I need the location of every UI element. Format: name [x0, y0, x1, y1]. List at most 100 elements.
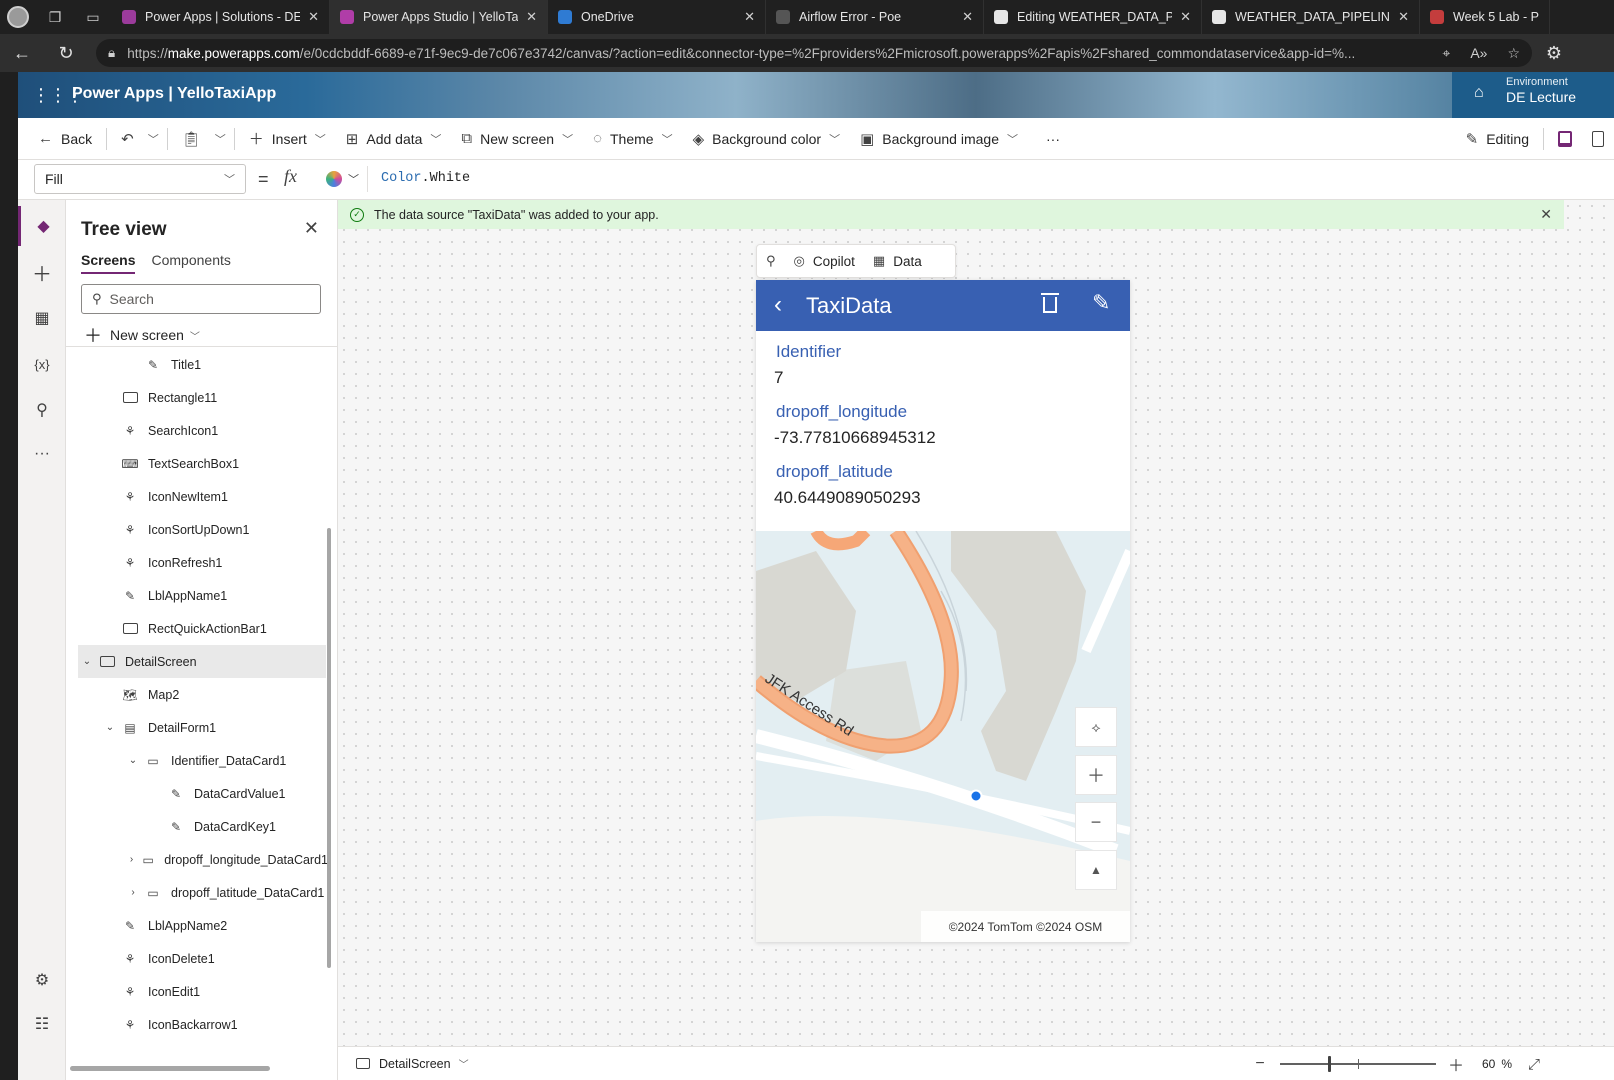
- profile-avatar[interactable]: [0, 0, 36, 34]
- close-tab-icon[interactable]: ✕: [1398, 9, 1409, 25]
- tree-node[interactable]: ✎ LblAppName1: [66, 579, 328, 612]
- tree-node[interactable]: ⚘ IconNewItem1: [66, 480, 328, 513]
- extensions-icon[interactable]: ⚙: [1532, 34, 1576, 72]
- paste-dropdown[interactable]: ﹀: [211, 118, 230, 160]
- undo-button[interactable]: ↶: [111, 118, 144, 160]
- add-data-button[interactable]: ⊞ Add data ﹀: [336, 118, 452, 160]
- background-color-button[interactable]: ◈ Background color ﹀: [683, 118, 851, 160]
- zoom-out-button[interactable]: −: [1075, 802, 1117, 842]
- browser-tab[interactable]: Week 5 Lab - Pa: [1420, 0, 1550, 34]
- read-aloud-icon[interactable]: A»: [1470, 45, 1487, 61]
- back-arrow-icon[interactable]: ‹: [774, 291, 782, 319]
- chevron-right-icon[interactable]: ›: [126, 854, 137, 865]
- zoom-out-icon[interactable]: −: [1250, 1055, 1270, 1073]
- copilot-formula-button[interactable]: ﹀: [318, 166, 368, 192]
- variables-icon[interactable]: {x}: [18, 344, 66, 384]
- tab-screens[interactable]: Screens: [81, 252, 136, 274]
- formula-input[interactable]: Color.White: [381, 171, 470, 186]
- chevron-right-icon[interactable]: ›: [126, 887, 140, 898]
- url-field[interactable]: 🔒︎ https://make.powerapps.com/e/0cdcbddf…: [96, 39, 1532, 67]
- paste-button[interactable]: 📋︎: [172, 118, 211, 160]
- tree-node[interactable]: ⌄ ▭ Identifier_DataCard1: [66, 744, 328, 777]
- slider-thumb[interactable]: [1328, 1056, 1331, 1072]
- favorite-star-icon[interactable]: ☆: [1507, 45, 1520, 62]
- browser-tab[interactable]: Editing WEATHER_DATA_PIPELI ✕: [984, 0, 1202, 34]
- compass-icon[interactable]: ⟡: [1075, 707, 1117, 747]
- chevron-down-icon[interactable]: ⌄: [80, 656, 94, 667]
- close-icon[interactable]: ✕: [1540, 206, 1552, 223]
- location-icon[interactable]: ⌖: [1442, 45, 1450, 62]
- browser-tab[interactable]: Power Apps | Solutions - DE Ta ✕: [112, 0, 330, 34]
- close-tab-icon[interactable]: ✕: [308, 9, 319, 25]
- pin-button[interactable]: ⚲: [757, 253, 785, 269]
- tab-actions-icon[interactable]: ▭: [74, 0, 112, 34]
- zoom-in-icon[interactable]: ＋: [1446, 1052, 1466, 1076]
- tree-node[interactable]: ✎ DataCardValue1: [66, 777, 328, 810]
- detail-screen-preview[interactable]: ‹ TaxiData ✎ Identifier 7 dropoff_longit…: [756, 280, 1130, 942]
- property-dropdown[interactable]: Fill ﹀: [34, 164, 246, 194]
- tree-node[interactable]: › ▭ dropoff_longitude_DataCard1: [66, 843, 328, 876]
- comments-button[interactable]: [1548, 118, 1582, 160]
- data-icon[interactable]: ▦: [18, 298, 66, 338]
- tree-node[interactable]: 🗺︎ Map2: [66, 678, 328, 711]
- data-button[interactable]: ▦ Data: [864, 253, 931, 269]
- tree-node[interactable]: ✎ LblAppName2: [66, 909, 328, 942]
- close-tab-icon[interactable]: ✕: [526, 9, 537, 25]
- tree-vertical-scrollbar[interactable]: [327, 528, 331, 968]
- tree-node[interactable]: ⌄ DetailScreen: [78, 645, 326, 678]
- tree-view-icon[interactable]: ◆: [18, 206, 66, 246]
- map-control[interactable]: JFK Access Rd ⟡ ＋ − ▲ ©2024 TomTom ©2024…: [756, 531, 1130, 942]
- browser-tab[interactable]: Power Apps Studio | YelloTaxiA ✕: [330, 0, 548, 34]
- insert-icon[interactable]: ＋: [18, 252, 66, 292]
- new-screen-tree-button[interactable]: ＋ New screen ﹀: [84, 322, 200, 348]
- collections-icon[interactable]: ❐: [36, 0, 74, 34]
- chevron-down-icon[interactable]: ⌄: [126, 755, 140, 766]
- browser-tab[interactable]: WEATHER_DATA_PIPELINE/Ima ✕: [1202, 0, 1420, 34]
- trash-icon[interactable]: [1041, 293, 1059, 313]
- tree-node[interactable]: ✎ DataCardKey1: [66, 810, 328, 843]
- chevron-down-icon[interactable]: ⌄: [103, 722, 117, 733]
- screen-selector[interactable]: DetailScreen ﹀: [356, 1056, 469, 1071]
- insert-button[interactable]: ＋ Insert ﹀: [239, 118, 336, 160]
- tree-search-input[interactable]: ⚲ Search: [81, 284, 321, 314]
- more-icon[interactable]: ···: [18, 434, 66, 474]
- refresh-button[interactable]: ↻: [44, 34, 88, 72]
- close-tab-icon[interactable]: ✕: [962, 9, 973, 25]
- theme-button[interactable]: ◌ Theme ﹀: [583, 118, 683, 160]
- background-image-button[interactable]: ▣ Background image ﹀: [850, 118, 1028, 160]
- environment-picker[interactable]: ⌂ Environment DE Lecture: [1452, 72, 1614, 118]
- design-canvas[interactable]: ✓ The data source "TaxiData" was added t…: [338, 200, 1614, 1080]
- browser-tab[interactable]: OneDrive ✕: [548, 0, 766, 34]
- tab-components[interactable]: Components: [151, 252, 230, 274]
- tree-node[interactable]: Rectangle11: [66, 381, 328, 414]
- overflow-panel-button[interactable]: [1582, 118, 1614, 160]
- tree-node[interactable]: ⌄ ▤ DetailForm1: [66, 711, 328, 744]
- editing-mode-button[interactable]: ✎ Editing: [1456, 118, 1539, 160]
- fit-to-window-icon[interactable]: ⤢: [1528, 1056, 1540, 1073]
- tree-node[interactable]: ⌨ TextSearchBox1: [66, 447, 328, 480]
- zoom-slider[interactable]: [1280, 1056, 1436, 1072]
- tree-node[interactable]: ⚘ IconBackarrow1: [66, 1008, 328, 1041]
- tree-node[interactable]: ⚘ IconDelete1: [66, 942, 328, 975]
- tree-node[interactable]: ⚘ SearchIcon1: [66, 414, 328, 447]
- more-commands-button[interactable]: ···: [1028, 118, 1078, 160]
- tree-node[interactable]: ⚘ IconRefresh1: [66, 546, 328, 579]
- tree-horizontal-scrollbar[interactable]: [70, 1066, 270, 1071]
- tree-node[interactable]: › ▭ dropoff_latitude_DataCard1: [66, 876, 328, 909]
- browser-tab[interactable]: Airflow Error - Poe ✕: [766, 0, 984, 34]
- tree-node[interactable]: ✎ Title1: [66, 348, 328, 381]
- new-screen-button[interactable]: ⧉ New screen ﹀: [451, 118, 583, 160]
- tree-node[interactable]: ⚘ IconSortUpDown1: [66, 513, 328, 546]
- zoom-in-button[interactable]: ＋: [1075, 755, 1117, 795]
- pitch-icon[interactable]: ▲: [1075, 850, 1117, 890]
- settings-icon[interactable]: ⚙: [18, 960, 66, 1000]
- tree-node[interactable]: RectQuickActionBar1: [66, 612, 328, 645]
- back-button[interactable]: ← Back: [18, 118, 102, 160]
- undo-dropdown[interactable]: ﹀: [144, 118, 163, 160]
- virtual-agent-icon[interactable]: ☷: [18, 1004, 66, 1044]
- search-icon[interactable]: ⚲: [18, 390, 66, 430]
- browser-back-button[interactable]: ←: [0, 34, 44, 72]
- close-tab-icon[interactable]: ✕: [1180, 9, 1191, 25]
- edit-pencil-icon[interactable]: ✎: [1092, 290, 1110, 316]
- tree-node[interactable]: ⚘ IconEdit1: [66, 975, 328, 1008]
